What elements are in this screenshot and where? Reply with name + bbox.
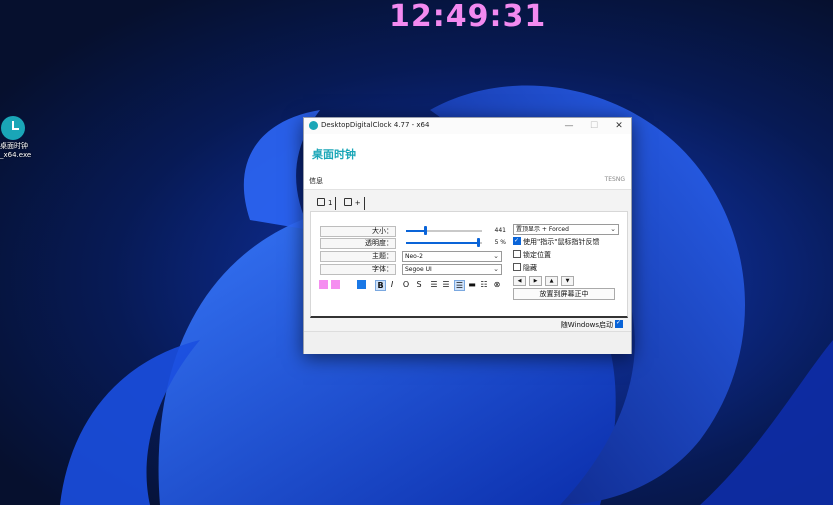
use-indicator-checkbox[interactable]: 使用"指示"鼠标指针反馈 [513, 236, 600, 246]
move-right-button[interactable]: ▶ [529, 276, 542, 286]
title-bar[interactable]: DesktopDigitalClock 4.77 - x64 — ☐ ✕ [304, 118, 631, 134]
outline-button[interactable]: O [401, 280, 411, 290]
slider-handle[interactable] [477, 238, 481, 247]
align-left-icon[interactable]: ☰ [429, 280, 439, 290]
use-indicator-label: 使用"指示"鼠标指针反馈 [523, 238, 600, 246]
checkbox-checked[interactable] [615, 319, 623, 328]
window-title: DesktopDigitalClock 4.77 - x64 [321, 121, 430, 129]
theme-label: 主题： [320, 251, 396, 262]
settings-window: DesktopDigitalClock 4.77 - x64 — ☐ ✕ 桌面时… [303, 117, 632, 354]
opacity-value: 5 % [494, 239, 506, 246]
strike-button[interactable]: S [414, 280, 424, 290]
theme-value: Neo-2 [405, 253, 423, 260]
bold-button[interactable]: B [375, 280, 386, 291]
app-clock-icon [309, 121, 318, 130]
tab-icon [343, 198, 352, 206]
align-center-icon[interactable]: ☰ [441, 280, 451, 290]
hide-checkbox[interactable]: 隐藏 [513, 263, 537, 272]
settings-panel: 大小： 441 透明度： 5 % 主题： Neo-2 ⌄ 字体： Segoe UI… [310, 211, 628, 318]
color-swatch-3[interactable] [343, 280, 352, 289]
shortcut-label-line1: 桌面时钟 [0, 142, 28, 150]
hide-label: 隐藏 [523, 264, 537, 272]
color-swatch-1[interactable] [319, 280, 328, 289]
color-swatch-4[interactable] [357, 280, 366, 289]
chevron-down-icon: ⌄ [493, 252, 499, 260]
move-down-button[interactable]: ▼ [561, 276, 574, 286]
italic-button[interactable]: I [387, 280, 397, 290]
topmost-select[interactable]: 置顶显示 + Forced ⌄ [513, 224, 619, 235]
app-name: 桌面时钟 [312, 148, 356, 161]
size-slider[interactable] [406, 226, 482, 235]
checkbox-unchecked[interactable] [513, 263, 521, 271]
size-label: 大小： [320, 226, 396, 237]
maximize-button[interactable]: ☐ [584, 119, 604, 133]
size-value: 441 [494, 227, 506, 234]
app-header: 桌面时钟 TESNG [304, 134, 631, 190]
checkbox-unchecked[interactable] [513, 250, 521, 258]
shadow-icon[interactable]: ▬ [467, 280, 477, 290]
move-left-button[interactable]: ◀ [513, 276, 526, 286]
theme-select[interactable]: Neo-2 ⌄ [402, 251, 502, 262]
effect-icon[interactable]: ☷ [479, 280, 489, 290]
opacity-label: 透明度： [320, 238, 396, 249]
desktop-shortcut-clock[interactable]: 桌面时钟 _x64.exe [0, 116, 32, 160]
tab-label: 1 [328, 199, 333, 207]
lock-position-checkbox[interactable]: 锁定位置 [513, 250, 551, 259]
color-swatch-2[interactable] [331, 280, 340, 289]
font-value: Segoe UI [405, 266, 432, 273]
chevron-down-icon: ⌄ [493, 265, 499, 273]
checkbox-checked[interactable] [513, 236, 521, 245]
footer: 随Windows启动 [304, 317, 631, 331]
brand-label: TESNG [604, 176, 625, 183]
align-right-icon[interactable]: ☰ [454, 280, 465, 291]
tab-clock-1[interactable]: 1 [314, 197, 337, 210]
clock-tabs: 1 + [314, 197, 367, 211]
autostart-label: 随Windows启动 [560, 321, 613, 329]
slider-handle[interactable] [424, 226, 427, 235]
lock-position-label: 锁定位置 [523, 251, 551, 259]
opacity-slider[interactable] [406, 238, 482, 247]
minimize-button[interactable]: — [559, 119, 579, 133]
shortcut-label-line2: _x64.exe [0, 151, 32, 159]
clock-icon [1, 116, 25, 140]
font-label: 字体： [320, 264, 396, 275]
close-button[interactable]: ✕ [609, 119, 629, 133]
status-bar [304, 331, 631, 354]
tab-icon [317, 198, 325, 206]
chevron-down-icon: ⌄ [610, 225, 616, 233]
tab-add[interactable]: + [341, 197, 365, 210]
info-section-label: 信息 [309, 177, 323, 185]
font-select[interactable]: Segoe UI ⌄ [402, 264, 502, 275]
desktop-clock-time: 12:49:31 [389, 0, 547, 34]
autostart-checkbox[interactable]: 随Windows启动 [560, 319, 623, 330]
move-up-button[interactable]: ▲ [545, 276, 558, 286]
topmost-value: 置顶显示 + Forced [516, 226, 569, 233]
reset-icon[interactable]: ⊗ [492, 280, 502, 290]
center-on-screen-button[interactable]: 放置到屏幕正中 [513, 288, 615, 300]
tab-label: + [354, 199, 361, 207]
